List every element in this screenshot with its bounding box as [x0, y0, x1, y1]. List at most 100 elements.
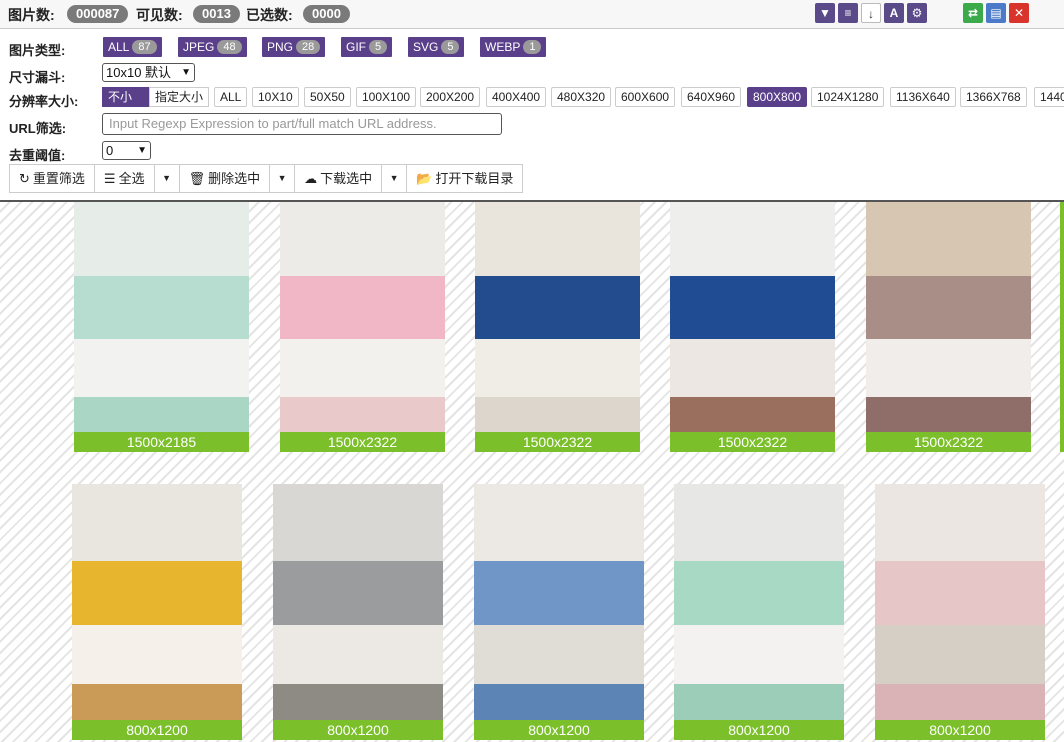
type-filter-label: WEBP [485, 40, 521, 54]
type-filter-count: 1 [523, 40, 542, 54]
resolution-option-1440[interactable]: 1440 [1034, 87, 1064, 107]
image-dimension-label: 1500x2322 [866, 432, 1031, 452]
type-filter-jpeg[interactable]: JPEG 48 [178, 37, 247, 57]
image-thumbnail-region [273, 484, 443, 561]
resolution-option-1366x768[interactable]: 1366X768 [960, 87, 1027, 107]
image-thumbnail-region [875, 560, 1045, 625]
trash-icon: 🗑 [188, 171, 206, 186]
type-filter-count: 5 [369, 40, 388, 54]
resolution-option-640x960[interactable]: 640X960 [681, 87, 742, 107]
open-download-folder-button[interactable]: 📂 打开下载目录 [406, 164, 524, 193]
resolution-option-480x320[interactable]: 480X320 [551, 87, 612, 107]
type-filter-label: ALL [108, 40, 130, 54]
image-dimension-label: 1500x2185 [74, 432, 249, 452]
image-card[interactable]: 1500x2322 [280, 202, 445, 452]
type-filter-count: 5 [441, 40, 460, 54]
image-thumbnail-region [475, 202, 640, 276]
resolution-option-800x800[interactable]: 800X800 [747, 87, 808, 107]
image-card[interactable]: 1500x2322 [475, 202, 640, 452]
selected-count-label: 已选数: [246, 7, 293, 23]
settings-icon[interactable]: ⚙ [907, 3, 927, 23]
image-card[interactable]: 1500x2322 [670, 202, 835, 452]
type-filter-label: JPEG [183, 40, 215, 54]
image-dimension-label: 800x1200 [474, 720, 644, 740]
image-thumbnail-region [72, 624, 242, 684]
sort-icon[interactable]: ↓ [861, 3, 881, 23]
image-card[interactable]: 800x1200 [72, 484, 242, 740]
image-type-label: 图片类型: [9, 43, 66, 58]
image-thumbnail-region [280, 275, 445, 339]
resolution-option-100x100[interactable]: 100X100 [356, 87, 417, 107]
resolution-option-600x600[interactable]: 600X600 [615, 87, 676, 107]
resolution-option-1136x640[interactable]: 1136X640 [890, 87, 956, 107]
type-filter-count: 87 [132, 40, 157, 54]
resolution-option-all[interactable]: ALL [214, 87, 248, 107]
image-thumbnail-region [866, 275, 1031, 339]
select-all-label: 全选 [118, 171, 145, 186]
image-dimension-label: 800x1200 [875, 720, 1045, 740]
select-all-dropdown[interactable]: ▼ [153, 164, 180, 193]
image-thumbnail-region [72, 484, 242, 561]
resolution-option-10x10[interactable]: 10X10 [252, 87, 299, 107]
image-card[interactable]: 800x1200 [474, 484, 644, 740]
dedupe-threshold-select[interactable]: 0 ▼ [102, 141, 151, 160]
download-selected-label: 下载选中 [320, 171, 373, 186]
image-card[interactable]: 800x1200 [273, 484, 443, 740]
image-card[interactable]: 800x1200 [875, 484, 1045, 740]
url-filter-input[interactable]: Input Regexp Expression to part/full mat… [102, 113, 502, 135]
resolution-mode-exact[interactable]: 指定大小 [149, 87, 209, 107]
resolution-option-400x400[interactable]: 400X400 [486, 87, 547, 107]
image-thumbnail-region [475, 338, 640, 397]
type-filter-gif[interactable]: GIF 5 [341, 37, 393, 57]
image-card[interactable]: 1500x2185 [74, 202, 249, 452]
image-card[interactable]: 800x1200 [674, 484, 844, 740]
list-icon: ☰ [103, 171, 116, 186]
type-filter-label: SVG [413, 40, 439, 54]
image-thumbnail-region [674, 624, 844, 684]
list-icon[interactable]: ≡ [838, 3, 858, 23]
action-bar: ↻ 重置筛选 ☰ 全选 ▼ 🗑 删除选中 ▼ ☁ 下载选中 ▼ 📂 打开下载目录 [9, 164, 524, 193]
chevron-down-icon: ▼ [277, 173, 287, 183]
image-card-partial[interactable] [1060, 202, 1064, 452]
close-icon[interactable]: ✕ [1009, 3, 1029, 23]
image-thumbnail-region [74, 202, 249, 276]
type-filter-all[interactable]: ALL 87 [103, 37, 162, 57]
document-icon[interactable]: ▤ [986, 3, 1006, 23]
delete-selected-dropdown[interactable]: ▼ [269, 164, 296, 193]
image-thumbnail-region [280, 338, 445, 397]
chevron-down-icon: ▼ [162, 173, 172, 183]
size-funnel-label: 尺寸漏斗: [9, 70, 66, 85]
size-funnel-value: 10x10 默认 [106, 65, 172, 80]
image-thumbnail-region [866, 338, 1031, 397]
swap-icon[interactable]: ⇄ [963, 3, 983, 23]
image-thumbnail-region [273, 560, 443, 625]
image-thumbnail-region [273, 624, 443, 684]
reset-filter-button[interactable]: ↻ 重置筛选 [9, 164, 95, 193]
size-funnel-select[interactable]: 10x10 默认 ▼ [102, 63, 195, 82]
download-selected-button[interactable]: ☁ 下载选中 [294, 164, 383, 193]
open-download-folder-label: 打开下载目录 [435, 171, 514, 186]
chevron-down-icon: ▼ [181, 67, 191, 78]
delete-selected-button[interactable]: 🗑 删除选中 [178, 164, 271, 193]
image-thumbnail-region [670, 275, 835, 339]
font-icon[interactable]: A [884, 3, 904, 23]
type-filter-png[interactable]: PNG 28 [262, 37, 326, 57]
image-card[interactable]: 1500x2322 [866, 202, 1031, 452]
resolution-mode-min[interactable]: 不小于 [102, 87, 149, 122]
image-dimension-label: 1500x2322 [670, 432, 835, 452]
image-thumbnail-region [674, 560, 844, 625]
url-filter-label: URL筛选: [9, 121, 67, 136]
type-filter-svg[interactable]: SVG 5 [408, 37, 465, 57]
resolution-option-1024x1280[interactable]: 1024X1280 [811, 87, 885, 107]
resolution-option-200x200[interactable]: 200X200 [420, 87, 481, 107]
select-all-button[interactable]: ☰ 全选 [93, 164, 155, 193]
image-thumbnail-region [74, 275, 249, 339]
total-count-badge: 000087 [67, 5, 129, 23]
download-selected-dropdown[interactable]: ▼ [381, 164, 408, 193]
image-dimension-label: 1500x2322 [280, 432, 445, 452]
resolution-option-50x50[interactable]: 50X50 [304, 87, 351, 107]
chevron-down-icon: ▼ [389, 173, 399, 183]
filter-icon[interactable]: ▼ [815, 3, 835, 23]
image-dimension-label: 800x1200 [674, 720, 844, 740]
type-filter-webp[interactable]: WEBP 1 [480, 37, 547, 57]
